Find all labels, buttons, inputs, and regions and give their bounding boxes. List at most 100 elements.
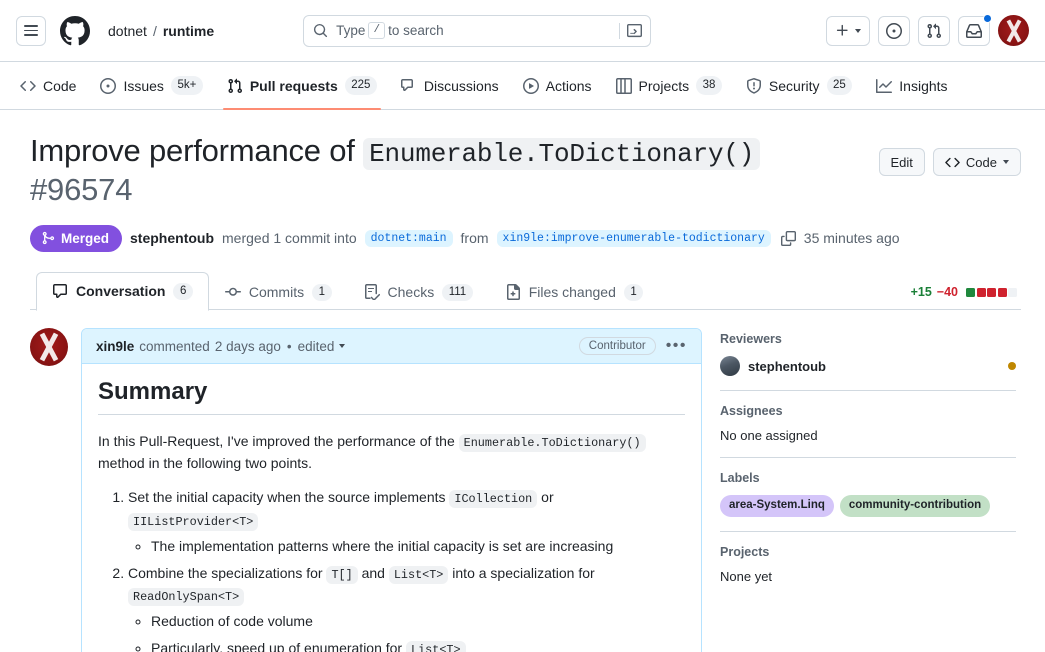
reviewers-title: Reviewers (720, 332, 782, 347)
page-title: Improve performance of Enumerable.ToDict… (30, 132, 830, 209)
head-branch-chip[interactable]: xin9le:improve-enumerable-todictionary (496, 229, 771, 247)
label-chip[interactable]: area-System.Linq (720, 495, 834, 517)
git-merge-icon (42, 231, 55, 245)
list-item: The implementation patterns where the in… (151, 535, 685, 557)
git-pull-request-icon (228, 78, 242, 93)
code-button[interactable]: Code (932, 148, 1021, 176)
search-placeholder: Type / to search (336, 22, 619, 39)
merge-text-2: from (460, 230, 489, 247)
sidebar-section-labels: Labels area-System.Linq community-contri… (720, 471, 1016, 532)
merged-timestamp: 35 minutes ago (803, 230, 900, 247)
intro-text-1: In this Pull-Request, I've improved the … (98, 433, 455, 450)
projects-value: None yet (720, 568, 773, 584)
nav-label: Security (768, 77, 820, 94)
create-new-button[interactable] (826, 15, 870, 46)
nav-label: Pull requests (249, 77, 338, 94)
comment-options-icon[interactable]: ••• (666, 338, 687, 354)
assignees-title: Assignees (720, 404, 783, 419)
nav-item-pull-requests[interactable]: Pull requests 225 (222, 62, 382, 110)
list-item: Particularly, speed up of enumeration fo… (151, 637, 685, 652)
checklist-icon (364, 284, 380, 301)
nav-counter: 225 (344, 76, 377, 95)
nav-label: Insights (899, 77, 948, 94)
nav-item-code[interactable]: Code (16, 62, 80, 109)
comment-heading: Summary (98, 378, 685, 416)
diff-block (1008, 287, 1017, 297)
inbox-icon (966, 23, 982, 38)
base-branch-chip[interactable]: dotnet:main (364, 229, 453, 247)
nav-item-discussions[interactable]: Discussions (397, 62, 503, 109)
list-item: Reduction of code volume (151, 610, 685, 632)
pr-sidebar: Reviewers stephentoub Assignees No one a… (720, 328, 1016, 652)
edit-button[interactable]: Edit (878, 148, 925, 176)
reviewer-name[interactable]: stephentoub (748, 359, 826, 374)
search-divider (619, 22, 621, 39)
edit-button-label: Edit (890, 154, 913, 170)
pr-main-content: Improve performance of Enumerable.ToDict… (0, 110, 1045, 652)
pr-merge-status-row: Merged stephentoub merged 1 commit into … (30, 224, 1021, 252)
comment-discussion-icon (400, 78, 413, 91)
nav-label: Issues (123, 77, 164, 94)
user-avatar[interactable] (998, 15, 1029, 46)
item-code-3: ReadOnlySpan<T> (128, 588, 245, 607)
item-text-3: into a specialization for (452, 564, 595, 581)
nav-item-insights[interactable]: Insights (872, 62, 951, 109)
comment-intro-paragraph: In this Pull-Request, I've improved the … (98, 431, 685, 474)
tab-files-changed[interactable]: Files changed 1 (489, 273, 660, 312)
search-prefix-text: Type (336, 23, 366, 38)
tab-label: Checks (387, 284, 435, 301)
issues-button[interactable] (878, 15, 910, 46)
play-icon (522, 77, 539, 94)
comment-action: commented (139, 338, 210, 354)
sidebar-section-reviewers: Reviewers stephentoub (720, 332, 1016, 392)
comment-header: xin9le commented 2 days ago • edited Con… (82, 329, 701, 365)
nav-item-security[interactable]: Security 25 (742, 62, 856, 109)
nav-item-actions[interactable]: Actions (519, 62, 596, 109)
notifications-button[interactable] (958, 13, 992, 46)
tab-conversation[interactable]: Conversation 6 (36, 271, 209, 312)
item-code-2: List<T> (388, 565, 449, 584)
nav-label: Actions (545, 77, 592, 94)
nav-item-projects[interactable]: Projects 38 (612, 62, 726, 109)
repository-nav: Code Issues 5k+ Pull requests 225 Discus… (0, 62, 1045, 110)
github-pull-request-page: dotnet / runtime Type / to search Code I… (0, 0, 1045, 652)
pr-title-row: Improve performance of Enumerable.ToDict… (30, 132, 1021, 209)
comment-sub-list: The implementation patterns where the in… (151, 535, 685, 557)
contributor-badge[interactable]: Contributor (578, 337, 656, 356)
tab-commits[interactable]: Commits 1 (209, 273, 348, 312)
subitem-code-1: List<T> (406, 640, 466, 652)
diff-block (987, 287, 996, 297)
repo-name-link[interactable]: runtime (163, 23, 214, 39)
avatar[interactable] (720, 356, 740, 377)
issue-opened-icon (100, 77, 117, 94)
subitem-text-1: Particularly, speed up of enumeration fo… (151, 639, 403, 652)
merged-by-user[interactable]: stephentoub (130, 230, 214, 246)
pr-tab-bar: Conversation 6 Commits 1 Checks 111 File… (30, 271, 1021, 312)
item-text-2: or (541, 489, 554, 506)
github-logo-icon[interactable] (60, 15, 90, 46)
hamburger-menu-icon[interactable] (16, 15, 46, 46)
terminal-icon[interactable] (627, 23, 643, 38)
nav-label: Discussions (423, 77, 499, 94)
comment-author[interactable]: xin9le (96, 339, 134, 354)
comment-ordered-list: Set the initial capacity when the source… (128, 486, 685, 652)
breadcrumb-separator: / (152, 22, 157, 39)
chevron-down-icon (339, 344, 346, 349)
comment-edited-dropdown[interactable]: edited (298, 339, 346, 354)
search-input[interactable]: Type / to search (303, 14, 652, 47)
label-chip[interactable]: community-contribution (839, 495, 991, 517)
diff-stat[interactable]: +15 −40 (911, 285, 1021, 309)
comment-icon (53, 284, 67, 299)
tab-checks[interactable]: Checks 111 (348, 273, 489, 312)
avatar[interactable] (30, 328, 68, 367)
copy-icon[interactable] (780, 230, 796, 246)
nav-item-issues[interactable]: Issues 5k+ (96, 62, 206, 109)
labels-title: Labels (720, 471, 760, 486)
diff-block (997, 287, 1007, 297)
pull-requests-button[interactable] (918, 15, 950, 46)
reviewer-row: stephentoub (720, 356, 1016, 377)
diff-additions: +15 (910, 285, 932, 300)
diff-block (966, 287, 975, 297)
repo-owner-link[interactable]: dotnet (108, 23, 147, 39)
graph-icon (876, 78, 893, 93)
